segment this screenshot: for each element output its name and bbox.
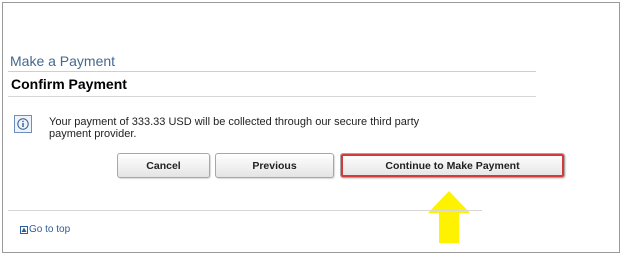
go-to-top-label: Go to top bbox=[29, 224, 71, 235]
yellow-arrow-icon bbox=[428, 191, 470, 243]
divider-top bbox=[8, 71, 536, 72]
go-to-top-link[interactable]: Go to top bbox=[20, 224, 70, 235]
payment-confirmation-message: Your payment of 333.33 USD will be colle… bbox=[49, 116, 420, 140]
info-icon bbox=[14, 115, 32, 133]
cancel-button[interactable]: Cancel bbox=[117, 153, 210, 178]
up-arrow-icon bbox=[20, 225, 28, 234]
divider-bottom bbox=[8, 210, 482, 211]
continue-to-make-payment-button[interactable]: Continue to Make Payment bbox=[340, 153, 565, 178]
info-glyph-icon bbox=[17, 118, 29, 130]
divider-middle bbox=[8, 96, 536, 97]
page-title: Make a Payment bbox=[10, 53, 116, 69]
previous-button[interactable]: Previous bbox=[215, 153, 334, 178]
section-title: Confirm Payment bbox=[11, 76, 127, 92]
